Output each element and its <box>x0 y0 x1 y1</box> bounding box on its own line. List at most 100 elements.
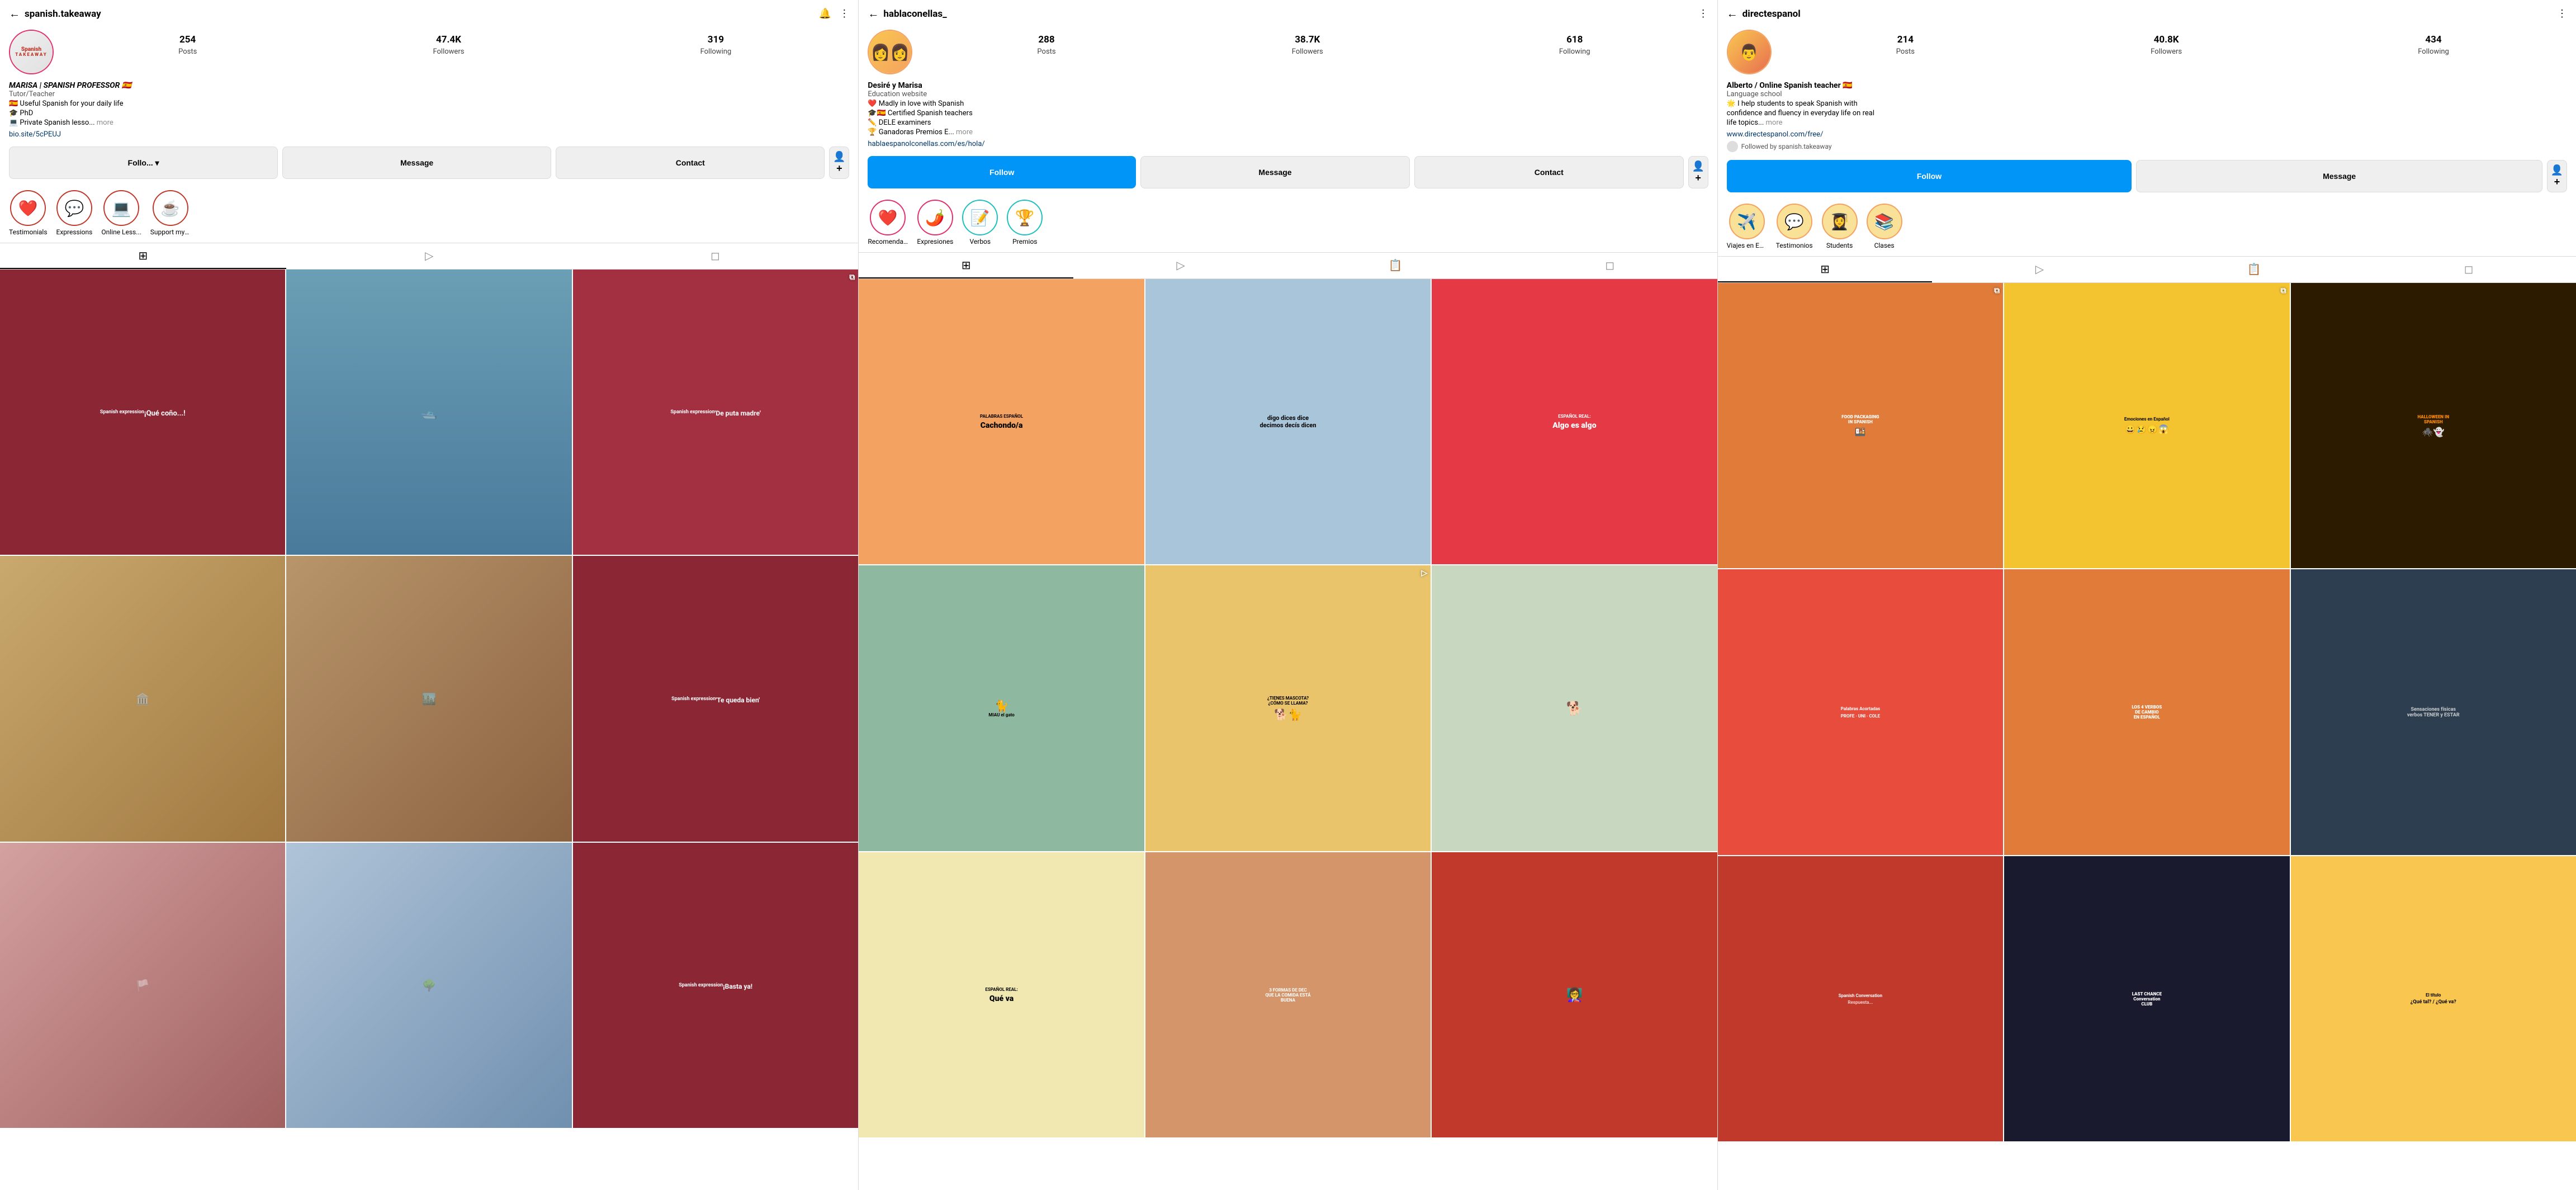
highlight-support[interactable]: ☕ Support my ... <box>150 190 191 236</box>
dpost-4[interactable]: Palabras Acortadas PROFE · UNI · COLE <box>1718 569 2003 854</box>
highlights-3: ✈️ Viajes en Es... 💬 Testimonios 👩‍🎓 Stu… <box>1718 199 2576 256</box>
header-icons-2: ⋮ <box>1698 8 1708 20</box>
hpost-7[interactable]: ESPAÑOL REAL: Qué va <box>859 852 1144 1137</box>
back-button-3[interactable]: ← <box>1727 7 1738 21</box>
dpost-2[interactable]: ⧉ Emociones en Español 😀😢😠😱 <box>2004 283 2289 568</box>
bell-icon[interactable]: 🔔 <box>819 8 831 20</box>
hpost-9[interactable]: 👩‍🏫 <box>1432 852 1717 1137</box>
highlight-viajes[interactable]: ✈️ Viajes en Es... <box>1727 204 1767 249</box>
highlight-verbos[interactable]: 📝 Verbos <box>962 200 998 245</box>
dpost-1[interactable]: ⧉ FOOD PACKAGING IN SPANISH 🍱 <box>1718 283 2003 568</box>
post-cell-3[interactable]: ⧉ Spanish expression 'De puta madre' <box>573 270 858 555</box>
tab-video-2[interactable]: ▷ <box>1073 253 1288 278</box>
add-person-button-2[interactable]: 👤+ <box>1688 156 1708 188</box>
tab-tag-3[interactable]: ◻ <box>2361 257 2576 282</box>
dpost-6[interactable]: Sensaciones físicas verbos TENER y ESTAR <box>2291 569 2576 854</box>
hpost-3[interactable]: ESPAÑOL REAL: Algo es algo <box>1432 279 1717 564</box>
bio-name-3: Alberto / Online Spanish teacher 🇪🇸 <box>1727 81 2567 90</box>
follow-button-3[interactable]: Follow <box>1727 160 2132 192</box>
tab-tag-2[interactable]: ◻ <box>1503 253 1717 278</box>
highlight-premios[interactable]: 🏆 Premios <box>1007 200 1043 245</box>
multi-post-icon-d1: ⧉ <box>1994 286 2000 295</box>
follow-button-2[interactable]: Follow <box>868 156 1136 188</box>
stats-3: 214 Posts 40.8K Followers 434 Following <box>1778 30 2567 56</box>
more-icon-2[interactable]: ⋮ <box>1698 8 1708 20</box>
bio-line-h1: ❤️ Madly in love with Spanish <box>868 100 1708 108</box>
dpost-3[interactable]: HALLOWEEN IN SPANISH 🕷️👻 <box>2291 283 2576 568</box>
hpost-6[interactable]: 🐕 <box>1432 565 1717 851</box>
bio-more-3[interactable]: more <box>1766 119 1783 127</box>
username-3: directespanol <box>1742 8 2553 20</box>
post-cell-9[interactable]: Spanish expression ¡Basta ya! <box>573 843 858 1128</box>
contact-button-1[interactable]: Contact <box>556 147 825 179</box>
posts-stat-2: 288 Posts <box>1037 34 1055 56</box>
stats-1: 254 Posts 47.4K Followers 319 Following <box>60 30 849 56</box>
hpost-8[interactable]: 3 FORMAS DE DEC QUE LA COMIDA ESTÁ BUENA <box>1145 852 1431 1137</box>
dpost-7[interactable]: Spanish Conversation Respuesta... <box>1718 856 2003 1141</box>
bio-3: Alberto / Online Spanish teacher 🇪🇸 Lang… <box>1718 81 2576 158</box>
tab-book-3[interactable]: 📋 <box>2147 257 2361 282</box>
contact-button-2[interactable]: Contact <box>1414 156 1684 188</box>
followers-stat-2: 38.7K Followers <box>1292 34 1323 56</box>
followers-stat-3: 40.8K Followers <box>2151 34 2182 56</box>
username-1: spanish.takeaway <box>25 8 815 20</box>
post-cell-6[interactable]: Spanish expression 'Te queda bien' <box>573 556 858 841</box>
tab-tag-1[interactable]: ◻ <box>572 243 859 269</box>
action-buttons-3: Follow Message 👤+ <box>1718 158 2576 199</box>
hpost-5[interactable]: ▷ ¿TIENES MASCOTA? ¿CÓMO SE LLAMA? 🐕🐈 <box>1145 565 1431 851</box>
tab-grid-3[interactable]: ⊞ <box>1718 257 1933 282</box>
hpost-2[interactable]: digo dices dice decimos decís dicen <box>1145 279 1431 564</box>
bio-line-d3: life topics... more <box>1727 119 2567 127</box>
follow-button-1[interactable]: Follo... ▾ <box>9 147 278 179</box>
highlight-clases[interactable]: 📚 Clases <box>1867 204 1902 249</box>
post-cell-8[interactable]: 🌳 <box>286 843 571 1128</box>
following-stat-1: 319 Following <box>700 34 732 56</box>
tab-video-3[interactable]: ▷ <box>1932 257 2147 282</box>
post-cell-4[interactable]: 🏛️ <box>0 556 285 841</box>
posts-stat-3: 214 Posts <box>1896 34 1915 56</box>
bio-more-1[interactable]: more <box>97 119 113 127</box>
add-person-button-3[interactable]: 👤+ <box>2547 160 2567 192</box>
bio-more-2[interactable]: more <box>956 128 973 136</box>
hpost-1[interactable]: PALABRAS ESPAÑOL Cachondo/a <box>859 279 1144 564</box>
hpost-4[interactable]: 🐈 MIAU el gato <box>859 565 1144 851</box>
dpost-5[interactable]: LOS 4 VERBOS DE CAMBIO EN ESPAÑOL <box>2004 569 2289 854</box>
bio-line-d2: confidence and fluency in everyday life … <box>1727 109 2567 117</box>
highlight-students[interactable]: 👩‍🎓 Students <box>1822 204 1858 249</box>
tab-grid-1[interactable]: ⊞ <box>0 243 286 269</box>
bio-link-2[interactable]: hablaespanolconellas.com/es/hola/ <box>868 140 984 148</box>
tabs-3: ⊞ ▷ 📋 ◻ <box>1718 256 2576 283</box>
bio-name-1: MARISA | SPANISH PROFESSOR 🇪🇸 <box>9 81 849 90</box>
highlight-testimonials[interactable]: ❤️ Testimonials <box>9 190 48 236</box>
bio-link-3[interactable]: www.directespanol.com/free/ <box>1727 130 1824 139</box>
dpost-8[interactable]: LAST CHANCE Conversation CLUB <box>2004 856 2289 1141</box>
post-cell-2[interactable]: 🛥️ <box>286 270 571 555</box>
message-button-3[interactable]: Message <box>2136 160 2542 192</box>
highlight-testimonios[interactable]: 💬 Testimonios <box>1776 204 1813 249</box>
post-cell-5[interactable]: 🏙️ <box>286 556 571 841</box>
more-icon[interactable]: ⋮ <box>839 8 849 20</box>
tab-grid-2[interactable]: ⊞ <box>859 253 1073 278</box>
back-button-2[interactable]: ← <box>868 7 879 21</box>
dpost-9[interactable]: El título ¿Qué tal? / ¿Qué va? <box>2291 856 2576 1141</box>
message-button-2[interactable]: Message <box>1140 156 1410 188</box>
bio-line-h3: ✏️ DELE examiners <box>868 119 1708 127</box>
back-button[interactable]: ← <box>9 7 20 21</box>
bio-link-1[interactable]: bio.site/5cPEUJ <box>9 130 61 139</box>
bio-name-2: Desiré y Marisa <box>868 81 1708 90</box>
highlight-recomenda[interactable]: ❤️ Recomenda... <box>868 200 908 245</box>
add-person-button-1[interactable]: 👤+ <box>829 147 849 179</box>
post-cell-7[interactable]: 🏳️ <box>0 843 285 1128</box>
highlight-expressions[interactable]: 💬 Expressions <box>56 190 93 236</box>
bio-line-3: 💻 Private Spanish lesso... more <box>9 119 849 127</box>
header-3: ← directespanol ⋮ <box>1718 0 2576 25</box>
highlight-online-less[interactable]: 💻 Online Less... <box>101 190 141 236</box>
tab-book-2[interactable]: 📋 <box>1288 253 1503 278</box>
bio-line-d1: 🌟 I help students to speak Spanish with <box>1727 100 2567 108</box>
more-icon-3[interactable]: ⋮ <box>2557 8 2567 20</box>
highlight-expresiones[interactable]: 🌶️ Expresiones <box>917 200 953 245</box>
tab-video-1[interactable]: ▷ <box>286 243 572 269</box>
message-button-1[interactable]: Message <box>282 147 551 179</box>
post-cell-1[interactable]: Spanish expression ¡Qué coño...! <box>0 270 285 555</box>
multi-post-icon-d2: ⧉ <box>2281 286 2286 295</box>
